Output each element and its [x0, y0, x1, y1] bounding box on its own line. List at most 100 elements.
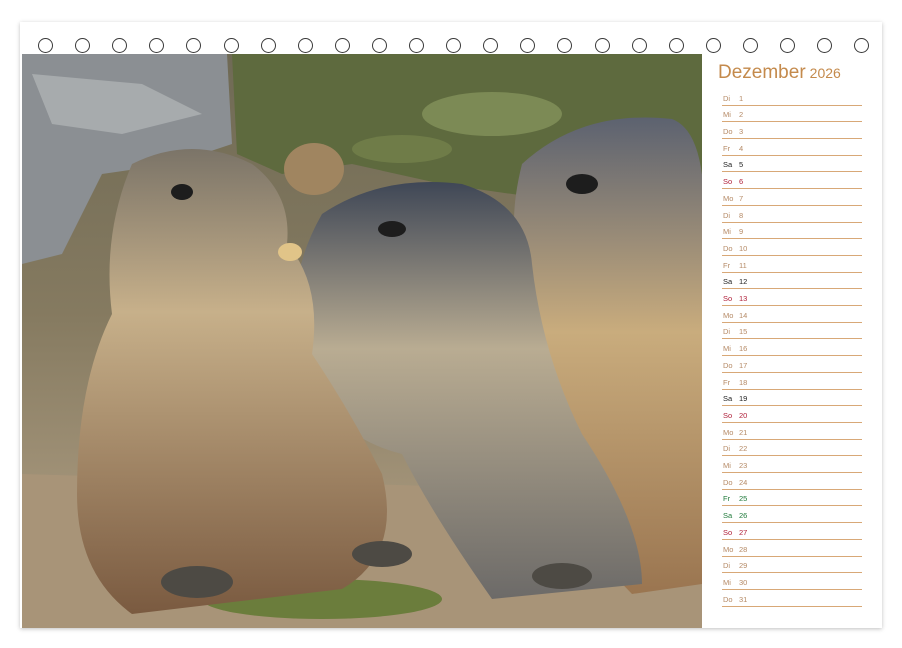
- day-row: So 6: [722, 173, 862, 190]
- day-row: Sa 12: [722, 273, 862, 290]
- month-name: Dezember: [718, 62, 806, 83]
- day-row: Sa 19: [722, 390, 862, 407]
- weekday-label: Mo: [723, 544, 734, 554]
- day-row: So 13: [722, 289, 862, 307]
- spiral-ring-icon: [520, 38, 536, 53]
- spiral-ring-icon: [817, 38, 833, 53]
- weekday-label: Mi: [723, 227, 731, 237]
- day-row: Di 15: [722, 323, 862, 340]
- spiral-ring-icon: [38, 38, 53, 53]
- day-number: 7: [739, 193, 744, 203]
- year-label: 2026: [809, 65, 841, 81]
- day-row: Mi 9: [722, 223, 862, 240]
- day-row: Sa 26: [722, 507, 862, 524]
- weekday-label: Di: [723, 327, 731, 337]
- spiral-ring-icon: [780, 38, 795, 53]
- day-number: 4: [739, 143, 744, 153]
- day-number: 23: [739, 461, 748, 471]
- weekday-label: Do: [723, 360, 733, 370]
- weekday-label: Do: [723, 477, 733, 487]
- day-row: Do 24: [722, 473, 862, 490]
- day-number: 25: [739, 494, 748, 504]
- weekday-label: Mi: [723, 577, 731, 587]
- weekday-label: Fr: [723, 143, 731, 153]
- marmot-photo-illustration: [22, 54, 702, 628]
- day-number: 21: [739, 427, 748, 437]
- day-row: Do 3: [722, 122, 862, 140]
- day-row: Mi 30: [722, 573, 862, 590]
- day-number: 10: [739, 243, 748, 253]
- weekday-label: Sa: [723, 511, 733, 521]
- spiral-ring-icon: [446, 38, 462, 53]
- spiral-ring-icon: [705, 38, 721, 53]
- spiral-ring-icon: [334, 38, 350, 53]
- day-number: 16: [739, 344, 748, 354]
- spiral-ring-icon: [557, 38, 573, 53]
- day-row: Do 17: [722, 356, 862, 373]
- day-row: Di 22: [722, 440, 862, 457]
- day-number: 28: [739, 544, 748, 554]
- weekday-label: Mo: [723, 310, 734, 320]
- day-row: Fr 18: [722, 373, 862, 390]
- day-row: Mi 2: [722, 106, 862, 123]
- weekday-label: Sa: [723, 277, 733, 287]
- day-number: 22: [739, 444, 748, 454]
- day-number: 2: [739, 110, 744, 120]
- day-row: Mo 21: [722, 423, 862, 440]
- day-number: 8: [739, 210, 744, 220]
- day-number: 15: [739, 327, 748, 337]
- day-number: 31: [739, 594, 748, 604]
- day-row: Mo 7: [722, 189, 862, 206]
- weekday-label: Di: [723, 93, 731, 103]
- spiral-ring-icon: [668, 38, 684, 53]
- day-row: Do 31: [722, 590, 862, 607]
- day-row: Mo 28: [722, 540, 862, 557]
- spiral-ring-icon: [149, 38, 165, 53]
- weekday-label: Di: [723, 444, 731, 454]
- weekday-label: Fr: [723, 494, 731, 504]
- weekday-label: Mi: [723, 344, 731, 354]
- weekday-label: So: [723, 410, 733, 420]
- spiral-ring-icon: [854, 38, 870, 53]
- spiral-ring-icon: [631, 38, 647, 53]
- day-row: Mi 23: [722, 456, 862, 474]
- weekday-label: Fr: [723, 260, 731, 270]
- day-number: 1: [739, 93, 744, 103]
- weekday-label: So: [723, 294, 733, 304]
- day-row: Mi 16: [722, 340, 862, 357]
- day-row: So 20: [722, 406, 862, 423]
- weekday-label: Di: [723, 210, 731, 220]
- day-number: 26: [739, 511, 748, 521]
- spiral-ring-icon: [742, 38, 758, 53]
- spiral-binding: [0, 0, 902, 60]
- day-row: Fr 4: [722, 139, 862, 156]
- weekday-label: Mo: [723, 193, 734, 203]
- weekday-label: Mo: [723, 427, 734, 437]
- spiral-ring-icon: [223, 38, 239, 53]
- spiral-ring-icon: [594, 38, 610, 53]
- weekday-label: So: [723, 527, 733, 537]
- weekday-label: Sa: [723, 160, 733, 170]
- month-title: Dezember 2026: [718, 62, 841, 84]
- day-number: 30: [739, 577, 748, 587]
- spiral-ring-icon: [112, 38, 128, 53]
- day-number: 12: [739, 277, 748, 287]
- day-number: 11: [739, 260, 747, 270]
- day-number: 24: [739, 477, 748, 487]
- spiral-ring-icon: [371, 38, 387, 53]
- day-number: 13: [739, 294, 748, 304]
- spiral-ring-icon: [483, 38, 499, 53]
- day-number: 20: [739, 410, 748, 420]
- spiral-ring-icon: [75, 38, 91, 53]
- day-number: 5: [739, 160, 744, 170]
- day-row: Fr 11: [722, 256, 862, 273]
- weekday-label: Sa: [723, 394, 733, 404]
- weekday-label: Mi: [723, 110, 731, 120]
- day-row: Di 29: [722, 557, 862, 574]
- day-row: Mo 14: [722, 306, 862, 323]
- day-row: So 27: [722, 523, 862, 540]
- day-row: Sa 5: [722, 156, 862, 173]
- day-row: Do 10: [722, 239, 862, 256]
- day-number: 14: [739, 310, 748, 320]
- marmot-photo: [22, 54, 702, 628]
